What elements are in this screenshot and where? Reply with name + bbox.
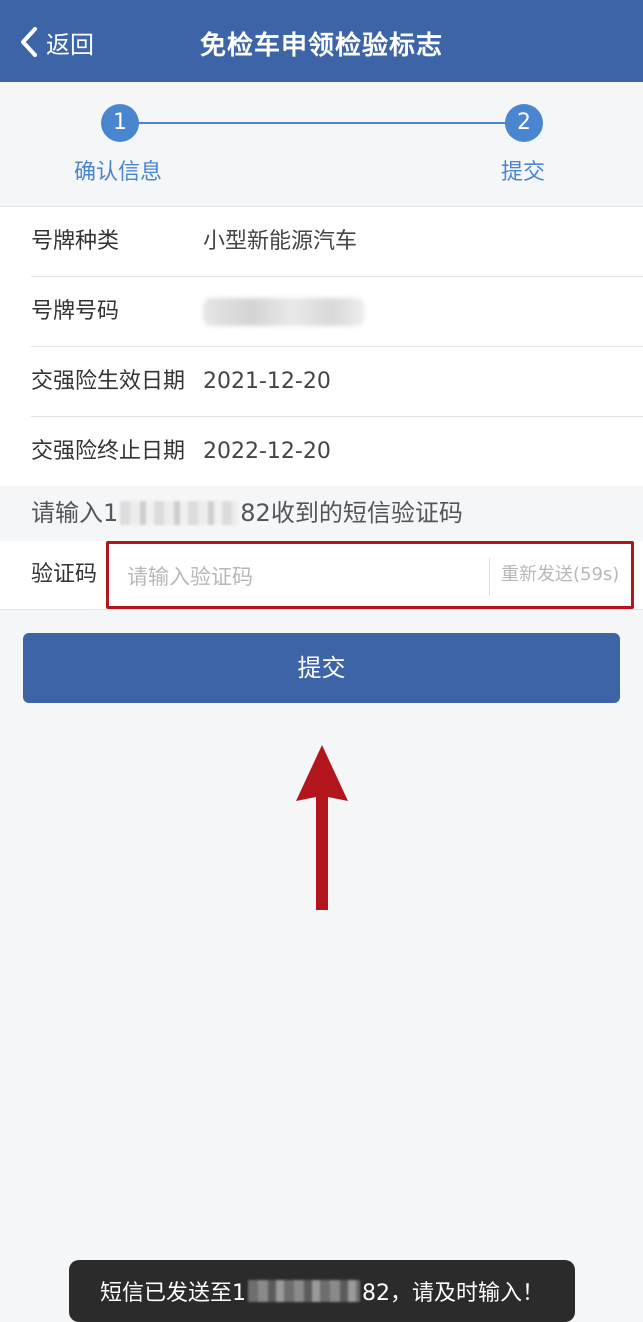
sms-hint-suffix: 82收到的短信验证码 [240, 499, 463, 527]
sms-hint-prefix: 请输入1 [31, 499, 119, 527]
plate-number-redacted [203, 298, 365, 326]
insurance-start-row: 交强险生效日期 2021-12-20 [31, 347, 643, 417]
plate-type-value: 小型新能源汽车 [203, 229, 358, 254]
insurance-start-label: 交强险生效日期 [31, 369, 186, 394]
phone-redacted [120, 501, 239, 525]
toast-suffix: 82，请及时输入！ [362, 1281, 544, 1306]
step-1-label: 确认信息 [74, 160, 163, 185]
insurance-end-row: 交强险终止日期 2022-12-20 [31, 417, 643, 486]
verify-code-row: 验证码 重新发送(59s) [0, 541, 643, 610]
plate-type-row: 号牌种类 小型新能源汽车 [31, 207, 643, 277]
plate-number-row: 号牌号码 [31, 277, 643, 347]
step-2-circle: 2 [505, 104, 543, 142]
insurance-start-value: 2021-12-20 [203, 369, 331, 394]
step-indicator: 1 2 确认信息 提交 [0, 82, 643, 206]
step-progress-line [120, 122, 524, 124]
step-2-label: 提交 [501, 160, 546, 185]
sms-hint: 请输入1 82收到的短信验证码 [31, 485, 463, 541]
divider [489, 558, 490, 596]
toast-prefix: 短信已发送至1 [100, 1281, 246, 1306]
top-nav-bar: 返回 免检车申领检验标志 [0, 0, 643, 82]
plate-number-label: 号牌号码 [31, 299, 120, 324]
verify-code-highlight: 重新发送(59s) [106, 541, 634, 609]
page-title: 免检车申领检验标志 [199, 31, 443, 61]
insurance-end-value: 2022-12-20 [203, 439, 331, 464]
arrow-up-icon [296, 745, 348, 910]
submit-button[interactable]: 提交 [23, 633, 620, 703]
verify-code-label: 验证码 [31, 562, 98, 587]
step-1-circle: 1 [101, 104, 139, 142]
insurance-end-label: 交强险终止日期 [31, 439, 186, 464]
vehicle-info-list: 号牌种类 小型新能源汽车 号牌号码 交强险生效日期 2021-12-20 交强险… [0, 206, 643, 486]
verify-code-input[interactable] [125, 556, 489, 598]
toast-phone-redacted [248, 1280, 360, 1302]
plate-type-label: 号牌种类 [31, 229, 120, 254]
resend-button[interactable]: 重新发送(59s) [501, 544, 619, 606]
toast-message: 短信已发送至1 82，请及时输入！ [69, 1260, 575, 1322]
